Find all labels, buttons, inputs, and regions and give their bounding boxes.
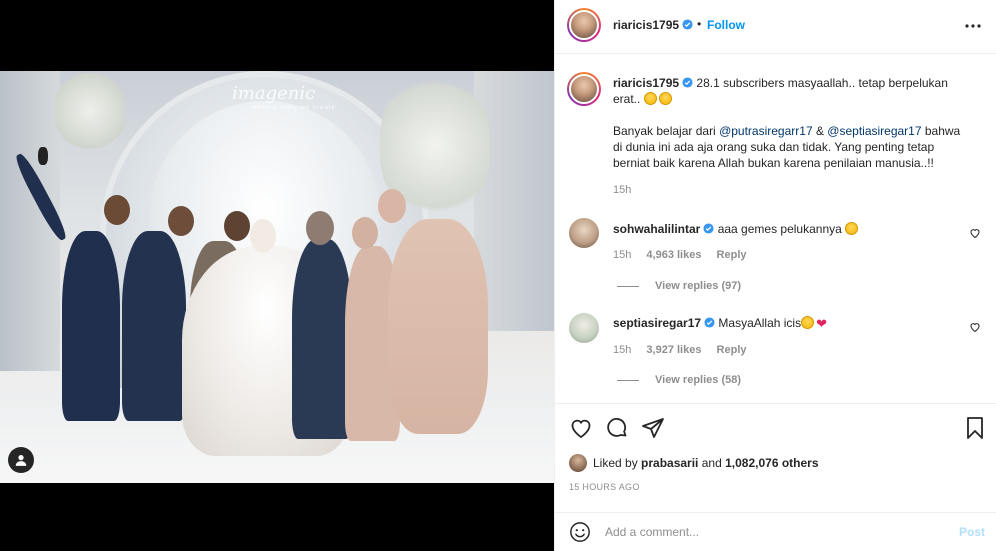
liker-avatar[interactable] — [569, 454, 587, 472]
mention-putrasiregarr17[interactable]: @putrasiregarr17 — [719, 124, 813, 138]
verified-icon — [682, 77, 693, 88]
view-replies-label: View replies (97) — [655, 280, 742, 292]
share-paper-plane-icon[interactable] — [641, 416, 665, 440]
comment-likes[interactable]: 4,963 likes — [646, 249, 701, 261]
view-replies-line — [617, 379, 639, 381]
comment-like-heart-icon[interactable] — [969, 227, 981, 239]
caption-avatar-image — [569, 74, 599, 104]
caption-line-2: Banyak belajar dari @putrasiregarr17 & @… — [613, 123, 963, 171]
verified-icon — [703, 223, 714, 234]
person-1-phone — [38, 147, 48, 165]
tongue-wink-emoji-icon — [845, 222, 859, 235]
rofl-emoji-icon — [643, 92, 657, 105]
view-replies-line — [617, 285, 639, 287]
caption-time[interactable]: 15h — [613, 184, 631, 196]
comment-time[interactable]: 15h — [613, 344, 631, 356]
user-tag-icon — [15, 455, 27, 466]
likes-summary: Liked by prabasarii and 1,082,076 others — [569, 454, 819, 472]
caption-avatar[interactable] — [567, 72, 601, 106]
comment-time[interactable]: 15h — [613, 249, 631, 261]
author-username[interactable]: riaricis1795 — [613, 18, 679, 32]
person-1-head — [104, 195, 130, 225]
caption-amp: & — [812, 124, 828, 138]
like-heart-icon[interactable] — [569, 416, 593, 440]
comment-1-meta: 15h 4,963 likes Reply — [613, 249, 759, 261]
caption-meta: 15h — [613, 184, 643, 196]
author-username-row[interactable]: riaricis1795 — [613, 18, 693, 32]
view-replies-button[interactable]: View replies (58) — [617, 374, 741, 386]
rofl-emoji-icon — [658, 92, 672, 105]
red-heart-emoji-icon: ❤ — [816, 316, 828, 331]
post-panel: riaricis1795 • Follow riaricis1795 28.1 … — [554, 0, 996, 551]
comment-reply-button[interactable]: Reply — [717, 249, 747, 261]
follow-button[interactable]: Follow — [707, 18, 745, 32]
sad-emoji-icon — [801, 316, 815, 329]
comments-section[interactable]: riaricis1795 28.1 subscribers masyaallah… — [555, 55, 996, 403]
verified-icon — [682, 19, 693, 30]
person-6-head — [352, 217, 378, 249]
caption-line-1: riaricis1795 28.1 subscribers masyaallah… — [613, 75, 963, 107]
tagged-users-button[interactable] — [8, 447, 34, 473]
person-2-head — [168, 206, 194, 236]
likes-mid: and — [698, 456, 726, 470]
person-5 — [292, 239, 352, 439]
photo-watermark-sub: when a story we create — [252, 105, 336, 111]
comment-likes[interactable]: 3,927 likes — [646, 344, 701, 356]
emoji-smiley-icon[interactable] — [569, 521, 591, 543]
action-bar — [555, 403, 996, 451]
author-avatar[interactable] — [567, 8, 601, 42]
post-media[interactable]: imagenic when a story we create — [0, 0, 554, 551]
person-2 — [122, 231, 186, 421]
verified-icon — [704, 317, 715, 328]
photo-watermark: imagenic — [232, 83, 316, 104]
likes-others-count[interactable]: 1,082,076 others — [725, 456, 818, 470]
comment-avatar-septiasiregar17[interactable] — [569, 313, 599, 343]
caption-username[interactable]: riaricis1795 — [613, 76, 679, 90]
photo-flowers-left — [55, 71, 125, 151]
comment-like-heart-icon[interactable] — [969, 321, 981, 333]
post-header: riaricis1795 • Follow — [555, 0, 996, 54]
comment-2-meta: 15h 3,927 likes Reply — [613, 344, 759, 356]
person-7 — [388, 219, 488, 434]
likes-prefix: Liked by — [593, 456, 642, 470]
comment-2-text-row: septiasiregar17 MasyaAllah icis ❤ — [613, 315, 963, 332]
post-timestamp[interactable]: 15 HOURS AGO — [569, 482, 640, 492]
bride-head — [250, 219, 276, 253]
person-7-head — [378, 189, 406, 223]
more-options-button[interactable] — [961, 14, 985, 38]
more-options-icon — [965, 24, 981, 28]
add-comment-input[interactable]: Add a comment... — [605, 525, 699, 539]
add-comment-bar: Add a comment... Post — [555, 512, 996, 551]
save-bookmark-icon[interactable] — [963, 416, 987, 440]
comment-text: aaa gemes pelukannya — [717, 222, 842, 236]
liker-username[interactable]: prabasarii — [641, 456, 698, 470]
view-replies-label: View replies (58) — [655, 374, 742, 386]
person-1 — [62, 231, 120, 421]
header-dot-separator: • — [697, 17, 702, 31]
post-photo[interactable]: imagenic when a story we create — [0, 71, 554, 483]
mention-septiasiregar17[interactable]: @septiasiregar17 — [827, 124, 921, 138]
view-replies-button[interactable]: View replies (97) — [617, 280, 741, 292]
caption-text-2-prefix: Banyak belajar dari — [613, 124, 720, 138]
author-avatar-image — [569, 10, 599, 40]
comment-1-text-row: sohwahalilintar aaa gemes pelukannya — [613, 221, 963, 237]
comment-username[interactable]: sohwahalilintar — [613, 222, 700, 236]
comment-text: MasyaAllah icis — [718, 316, 802, 330]
comment-username[interactable]: septiasiregar17 — [613, 316, 701, 330]
post-comment-button[interactable]: Post — [959, 525, 985, 539]
comment-bubble-icon[interactable] — [605, 416, 629, 440]
person-5-head — [306, 211, 334, 245]
comment-reply-button[interactable]: Reply — [717, 344, 747, 356]
person-3-head — [224, 211, 250, 241]
comment-avatar-sohwahalilintar[interactable] — [569, 218, 599, 248]
